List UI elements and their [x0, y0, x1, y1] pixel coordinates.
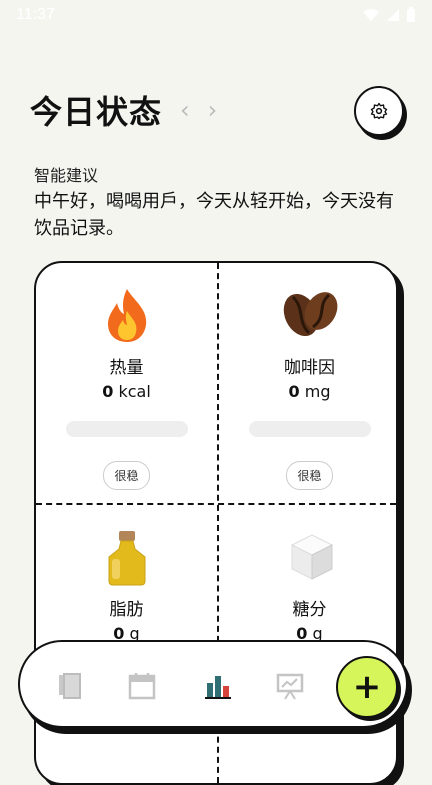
metric-caffeine[interactable]: 咖啡因 0 mg 很稳 [219, 263, 396, 490]
nav-calendar-icon[interactable] [124, 668, 160, 704]
gear-icon [370, 102, 388, 120]
status-badge: 很稳 [103, 461, 150, 490]
header: 今日状态 ‹ › [30, 86, 404, 136]
plus-icon: + [352, 667, 382, 707]
status-time: 11:37 [16, 6, 55, 23]
nav-presentation-icon[interactable] [272, 668, 308, 704]
metric-sugar[interactable]: 糖分 0 g [219, 505, 396, 643]
status-bar: 11:37 [0, 0, 432, 30]
fire-icon [36, 287, 217, 347]
nav-cup-icon[interactable] [52, 668, 88, 704]
presentation-icon [276, 673, 304, 700]
wifi-icon [363, 8, 379, 21]
cup-icon [59, 673, 81, 699]
metric-calories[interactable]: 热量 0 kcal 很稳 [36, 263, 217, 490]
page-title: 今日状态 [30, 93, 163, 131]
metric-value: 0 kcal [102, 382, 151, 401]
bottom-nav: + [18, 640, 408, 728]
metric-label: 热量 [109, 358, 144, 378]
advice-title: 智能建议 [34, 166, 99, 185]
advice-text: 中午好，喝喝用戶，今天从轻开始，今天没有饮品记录。 [34, 191, 394, 239]
add-drink-button[interactable]: + [336, 656, 398, 718]
metric-progress-bar [65, 421, 188, 437]
battery-icon [407, 7, 415, 22]
metric-value: 0 mg [288, 382, 331, 401]
status-icons [362, 7, 416, 23]
next-day-button[interactable]: › [208, 96, 218, 124]
settings-button[interactable] [354, 86, 404, 136]
nav-bar-chart-icon[interactable] [200, 668, 236, 704]
bar-chart-icon [205, 676, 231, 699]
signal-icon [387, 9, 399, 21]
metric-fat[interactable]: 脂肪 0 g [36, 505, 217, 643]
coffee-bean-icon [219, 287, 396, 347]
metric-label: 脂肪 [109, 600, 144, 620]
calendar-icon [128, 673, 156, 700]
metric-label: 糖分 [292, 600, 327, 620]
sugar-cube-icon [219, 529, 396, 589]
oil-bottle-icon [36, 529, 217, 589]
metric-label: 咖啡因 [284, 358, 335, 378]
metric-progress-bar [248, 421, 371, 437]
status-badge: 很稳 [286, 461, 333, 490]
prev-day-button[interactable]: ‹ [180, 96, 190, 124]
